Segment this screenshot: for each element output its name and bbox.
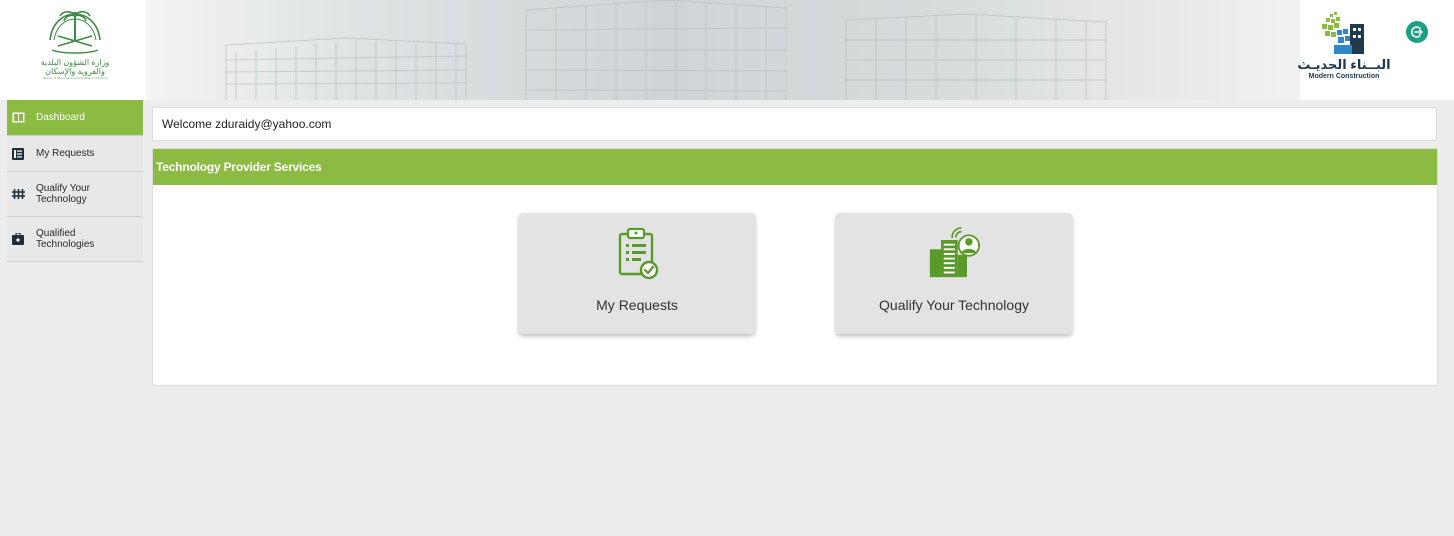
modern-construction-mark-icon <box>1322 12 1364 54</box>
ministry-name-ar-line1: وزارة الشؤون البلدية <box>40 58 110 67</box>
services-panel: Technology Provider Services My Requests <box>152 148 1438 386</box>
panel-header: Technology Provider Services <box>153 149 1437 185</box>
tile-label: My Requests <box>596 297 678 313</box>
sidebar: Dashboard My Requests Qualify Your Techn… <box>7 100 143 536</box>
sidebar-item-label: Dashboard <box>36 112 85 123</box>
palm-swords-emblem-icon <box>49 11 101 54</box>
ministry-name-en: Ministry of Municipal and Rural Affairs … <box>42 76 108 80</box>
sidebar-item-label: My Requests <box>36 148 95 159</box>
clipboard-check-icon <box>611 225 663 281</box>
brand-name-ar: البــناء الحديـث <box>1297 57 1391 72</box>
panel-title: Technology Provider Services <box>156 160 322 174</box>
my-requests-tile[interactable]: My Requests <box>519 213 755 334</box>
header-banner-image <box>146 0 1300 100</box>
header: وزارة الشؤون البلدية والقروية والإسكان M… <box>0 0 1454 100</box>
sidebar-item-qualified-technologies[interactable]: Qualified Technologies <box>7 217 143 262</box>
sidebar-item-my-requests[interactable]: My Requests <box>7 136 143 172</box>
modern-construction-logo: البــناء الحديـث Modern Construction <box>1296 10 1392 90</box>
list-icon <box>11 147 25 161</box>
qualify-your-technology-tile[interactable]: Qualify Your Technology <box>836 213 1072 334</box>
buildings-user-icon <box>928 225 980 281</box>
sidebar-item-qualify-your-technology[interactable]: Qualify Your Technology <box>7 172 143 217</box>
building-sketch-background <box>225 0 1107 100</box>
brand-name-en: Modern Construction <box>1308 73 1380 80</box>
ministry-logo: وزارة الشؤون البلدية والقروية والإسكان M… <box>14 6 136 92</box>
dashboard-icon <box>11 111 25 125</box>
briefcase-icon <box>11 232 25 246</box>
logout-button[interactable] <box>1406 21 1428 43</box>
ministry-name-ar-line2: والقروية والإسكان <box>45 67 105 76</box>
sidebar-item-label: Qualified Technologies <box>36 228 95 250</box>
sidebar-item-dashboard[interactable]: Dashboard <box>7 100 143 136</box>
logout-icon <box>1411 26 1423 38</box>
welcome-text: Welcome zduraidy@yahoo.com <box>162 117 332 131</box>
grid-hash-icon <box>11 187 25 201</box>
tile-label: Qualify Your Technology <box>879 297 1029 313</box>
sidebar-item-label: Qualify Your Technology <box>36 183 90 205</box>
welcome-bar: Welcome zduraidy@yahoo.com <box>152 107 1437 141</box>
